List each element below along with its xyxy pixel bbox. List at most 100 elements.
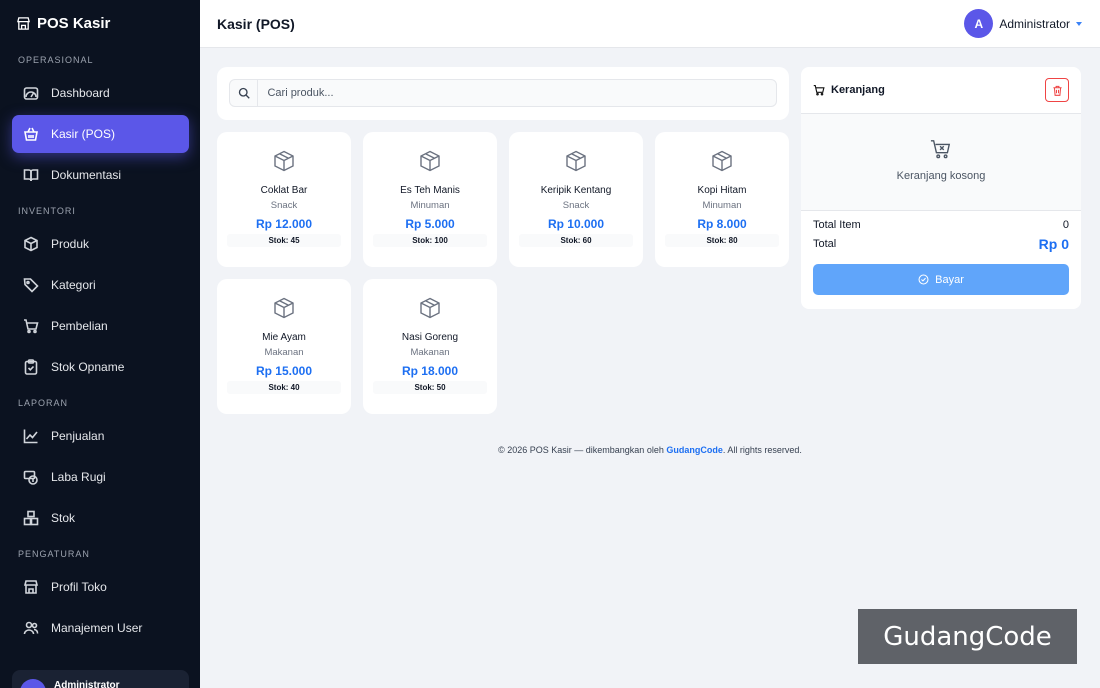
total-item-row: Total Item 0 bbox=[801, 219, 1081, 231]
sidebar-item-label: Laba Rugi bbox=[51, 470, 106, 484]
product-name: Mie Ayam bbox=[262, 332, 306, 343]
cart-header: Keranjang bbox=[801, 67, 1081, 114]
total-value: Rp 0 bbox=[1038, 236, 1069, 252]
user-name: Administrator bbox=[999, 16, 1070, 31]
sidebar-section-title: OPERASIONAL bbox=[18, 55, 94, 65]
sidebar: POS Kasir OPERASIONAL Dashboard Kasir (POS… bbox=[0, 0, 200, 688]
sidebar-item-label: Penjualan bbox=[51, 429, 105, 443]
sidebar-item-label: Pembelian bbox=[51, 319, 108, 333]
sidebar-item-pembelian[interactable]: Pembelian bbox=[12, 307, 189, 345]
product-price: Rp 15.000 bbox=[255, 364, 313, 378]
box-icon bbox=[420, 297, 440, 319]
product-card[interactable]: Es Teh Manis Minuman Rp 5.000 Stok: 100 bbox=[363, 132, 497, 267]
chevron-down-icon bbox=[1076, 21, 1082, 26]
sidebar-section-title: LAPORAN bbox=[18, 398, 69, 408]
search-input[interactable] bbox=[258, 87, 776, 99]
users-icon bbox=[23, 621, 39, 635]
total-item-value: 0 bbox=[1062, 219, 1069, 231]
search-icon bbox=[230, 80, 259, 106]
page-title: Kasir (POS) bbox=[217, 15, 295, 32]
product-name: Kopi Hitam bbox=[697, 185, 747, 196]
sidebar-item-profil-toko[interactable]: Profil Toko bbox=[12, 568, 189, 606]
product-card[interactable]: Mie Ayam Makanan Rp 15.000 Stok: 40 bbox=[217, 279, 351, 414]
sidebar-item-dashboard[interactable]: Dashboard bbox=[12, 74, 189, 112]
product-name: Nasi Goreng bbox=[401, 332, 459, 343]
product-card[interactable]: Keripik Kentang Snack Rp 10.000 Stok: 60 bbox=[509, 132, 643, 267]
cart-x-icon bbox=[930, 140, 951, 159]
cart-panel: Keranjang Keranjang kosong Total Item 0 … bbox=[801, 67, 1081, 309]
sidebar-item-label: Manajemen User bbox=[51, 621, 143, 635]
basket-icon bbox=[24, 127, 38, 141]
box-icon bbox=[420, 150, 440, 172]
box-icon bbox=[566, 150, 586, 172]
cart-icon bbox=[813, 84, 825, 96]
sidebar-user[interactable]: Administrator bbox=[12, 670, 189, 688]
sidebar-item-dokumentasi[interactable]: Dokumentasi bbox=[12, 156, 189, 194]
watermark: GudangCode bbox=[858, 609, 1077, 664]
cart-empty-state: Keranjang kosong bbox=[801, 114, 1081, 211]
cart-empty-text: Keranjang kosong bbox=[896, 170, 986, 182]
product-category: Makanan bbox=[410, 347, 450, 358]
box-icon bbox=[274, 150, 294, 172]
search-box bbox=[229, 79, 777, 107]
product-category: Minuman bbox=[410, 200, 450, 211]
sidebar-item-label: Kategori bbox=[51, 278, 96, 292]
sidebar-section-title: INVENTORI bbox=[18, 206, 76, 216]
footer-prefix: © 2026 POS Kasir — dikembangkan oleh bbox=[498, 445, 667, 455]
check-circle-icon bbox=[918, 274, 929, 285]
product-category: Minuman bbox=[702, 200, 742, 211]
footer-suffix: . All rights reserved. bbox=[722, 445, 802, 455]
cart-title: Keranjang bbox=[831, 84, 885, 96]
product-category: Snack bbox=[562, 200, 590, 211]
sidebar-item-label: Dokumentasi bbox=[51, 168, 122, 182]
pay-label: Bayar bbox=[935, 273, 964, 286]
product-stock: Stok: 60 bbox=[519, 234, 633, 247]
product-stock: Stok: 40 bbox=[227, 381, 341, 394]
product-card[interactable]: Nasi Goreng Makanan Rp 18.000 Stok: 50 bbox=[363, 279, 497, 414]
sidebar-item-laba-rugi[interactable]: Laba Rugi bbox=[12, 458, 189, 496]
sidebar-item-label: Stok Opname bbox=[51, 360, 125, 374]
sidebar-section-title: PENGATURAN bbox=[18, 549, 90, 559]
sidebar-item-kasir-pos[interactable]: Kasir (POS) bbox=[12, 115, 189, 153]
sidebar-item-stok-opname[interactable]: Stok Opname bbox=[12, 348, 189, 386]
brand-name: POS Kasir bbox=[37, 14, 111, 32]
gauge-icon bbox=[23, 87, 39, 100]
sidebar-item-label: Produk bbox=[51, 237, 90, 251]
user-menu[interactable]: A Administrator bbox=[964, 9, 1082, 38]
sidebar-item-label: Dashboard bbox=[51, 86, 110, 100]
sidebar-user-name: Administrator bbox=[54, 680, 120, 688]
product-card[interactable]: Kopi Hitam Minuman Rp 8.000 Stok: 80 bbox=[655, 132, 789, 267]
footer-link[interactable]: GudangCode bbox=[666, 445, 723, 455]
product-stock: Stok: 50 bbox=[373, 381, 487, 394]
box-icon bbox=[712, 150, 732, 172]
product-stock: Stok: 80 bbox=[665, 234, 779, 247]
clear-cart-button[interactable] bbox=[1045, 78, 1069, 102]
clipboard-check-icon bbox=[24, 359, 38, 375]
total-item-label: Total Item bbox=[813, 219, 861, 231]
product-stock: Stok: 100 bbox=[373, 234, 487, 247]
product-name: Es Teh Manis bbox=[400, 185, 460, 196]
sidebar-item-penjualan[interactable]: Penjualan bbox=[12, 417, 189, 455]
brand[interactable]: POS Kasir bbox=[0, 0, 200, 46]
sidebar-item-stok[interactable]: Stok bbox=[12, 499, 189, 537]
total-label: Total bbox=[813, 238, 837, 250]
product-card[interactable]: Coklat Bar Snack Rp 12.000 Stok: 45 bbox=[217, 132, 351, 267]
product-price: Rp 18.000 bbox=[401, 364, 459, 378]
shop-icon bbox=[17, 16, 30, 30]
sidebar-item-kategori[interactable]: Kategori bbox=[12, 266, 189, 304]
sidebar-nav: OPERASIONAL Dashboard Kasir (POS) Dokumenta… bbox=[0, 46, 200, 647]
total-row: Total Rp 0 bbox=[801, 236, 1081, 252]
tag-icon bbox=[23, 278, 39, 293]
topbar: Kasir (POS) A Administrator bbox=[200, 0, 1100, 48]
sidebar-item-produk[interactable]: Produk bbox=[12, 225, 189, 263]
product-category: Snack bbox=[270, 200, 298, 211]
product-name: Keripik Kentang bbox=[540, 185, 612, 196]
pay-button[interactable]: Bayar bbox=[813, 264, 1069, 295]
sidebar-item-manajemen-user[interactable]: Manajemen User bbox=[12, 609, 189, 647]
cash-icon bbox=[23, 470, 38, 485]
avatar: A bbox=[964, 9, 994, 38]
shop-icon bbox=[23, 580, 39, 594]
product-stock: Stok: 45 bbox=[227, 234, 341, 247]
product-price: Rp 10.000 bbox=[547, 217, 605, 231]
product-name: Coklat Bar bbox=[260, 185, 308, 196]
